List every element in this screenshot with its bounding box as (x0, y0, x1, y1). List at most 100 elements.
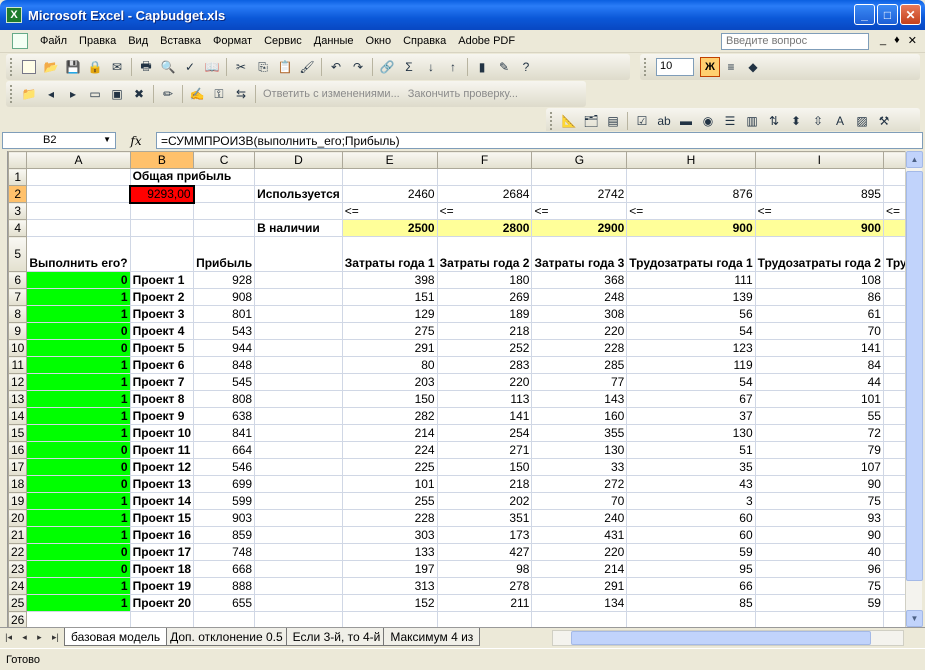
project-name-cell[interactable]: Проект 2 (129, 288, 195, 306)
ink-icon[interactable]: ✏ (158, 84, 178, 104)
cost-year2-cell[interactable]: 141 (436, 407, 533, 425)
do-it-cell[interactable]: 0 (26, 475, 131, 493)
profit-cell[interactable]: 545 (193, 373, 256, 391)
cost-year1-cell[interactable]: 152 (341, 594, 438, 612)
select-all-corner[interactable] (8, 151, 28, 169)
labor-year3-cell[interactable]: 71 (882, 475, 905, 493)
first-sheet-icon[interactable]: |◂ (5, 632, 12, 643)
profit-cell[interactable]: 903 (193, 509, 256, 527)
do-it-cell[interactable]: 1 (26, 390, 131, 408)
labor-year2-cell[interactable]: 101 (754, 390, 884, 408)
row-header[interactable]: 23 (8, 560, 28, 578)
cost-year3-cell[interactable]: 291 (531, 577, 628, 595)
labor-year2-cell[interactable]: 107 (754, 458, 884, 476)
col-header-j[interactable]: J (882, 151, 905, 169)
row-header[interactable]: 22 (8, 543, 28, 561)
toolbar-grip[interactable] (644, 58, 648, 76)
cost-year3-cell[interactable]: 285 (531, 356, 628, 374)
labor-year1-cell[interactable]: 3 (626, 492, 756, 510)
cost-year2-cell[interactable]: 218 (436, 322, 533, 340)
tab-if-third-then-fourth[interactable]: Если 3-й, то 4-й (285, 628, 388, 646)
cost-year1-cell[interactable]: 255 (341, 492, 438, 510)
empty-cell[interactable] (436, 611, 533, 627)
cost-year2-cell[interactable]: 173 (436, 526, 533, 544)
next-comment-icon[interactable]: ▸ (63, 84, 83, 104)
project-name-cell[interactable]: Проект 5 (129, 339, 195, 357)
cell-g4[interactable]: 2900 (531, 219, 628, 237)
cell-c2[interactable] (193, 185, 256, 203)
project-name-cell[interactable]: Проект 7 (129, 373, 195, 391)
cost-year1-cell[interactable]: 80 (341, 356, 438, 374)
labor-year2-cell[interactable]: 70 (754, 322, 884, 340)
row-header[interactable]: 9 (8, 322, 28, 340)
cost-year2-cell[interactable]: 252 (436, 339, 533, 357)
cell-g5[interactable]: Затраты года 3 (531, 236, 628, 272)
project-name-cell[interactable]: Проект 12 (129, 458, 195, 476)
cost-year3-cell[interactable]: 240 (531, 509, 628, 527)
tab-additional-deviation[interactable]: Доп. отклонение 0.5 (163, 628, 290, 646)
preview-icon[interactable]: 🔍 (158, 57, 178, 77)
empty-cell[interactable] (254, 288, 343, 306)
labor-year1-cell[interactable]: 35 (626, 458, 756, 476)
cell-j4[interactable]: 900 (882, 219, 905, 237)
cost-year3-cell[interactable]: 130 (531, 441, 628, 459)
project-name-cell[interactable]: Проект 3 (129, 305, 195, 323)
cost-year2-cell[interactable]: 202 (436, 492, 533, 510)
do-it-cell[interactable]: 0 (26, 560, 131, 578)
profit-cell[interactable]: 546 (193, 458, 256, 476)
profit-cell[interactable]: 664 (193, 441, 256, 459)
toolbar-grip[interactable] (10, 85, 14, 103)
protect-icon[interactable]: ⚿ (209, 84, 229, 104)
labor-year1-cell[interactable]: 85 (626, 594, 756, 612)
labor-year3-cell[interactable]: 83 (882, 288, 905, 306)
cell-i3[interactable]: <= (754, 202, 884, 220)
profit-cell[interactable]: 928 (193, 271, 256, 289)
last-sheet-icon[interactable]: ▸| (52, 632, 59, 643)
labor-year1-cell[interactable]: 54 (626, 373, 756, 391)
cost-year1-cell[interactable]: 303 (341, 526, 438, 544)
labor-year3-cell[interactable]: 70 (882, 594, 905, 612)
cell-a3[interactable] (26, 202, 131, 220)
menu-adobe-pdf[interactable]: Adobe PDF (452, 35, 521, 47)
project-name-cell[interactable]: Проект 16 (129, 526, 195, 544)
cost-year1-cell[interactable]: 224 (341, 441, 438, 459)
folder-icon[interactable]: 📁 (19, 84, 39, 104)
sort-desc-icon[interactable]: ↑ (443, 57, 463, 77)
image-icon[interactable]: ▨ (852, 111, 872, 131)
labor-year1-cell[interactable]: 111 (626, 271, 756, 289)
labor-year3-cell[interactable]: 80 (882, 509, 905, 527)
labor-year3-cell[interactable]: 58 (882, 441, 905, 459)
combobox-icon[interactable]: ▥ (742, 111, 762, 131)
labor-year2-cell[interactable]: 72 (754, 424, 884, 442)
prev-sheet-icon[interactable]: ◂ (22, 632, 27, 643)
empty-cell[interactable] (254, 492, 343, 510)
cell-d3[interactable] (254, 202, 343, 220)
col-header-h[interactable]: H (626, 151, 756, 169)
project-name-cell[interactable]: Проект 18 (129, 560, 195, 578)
cost-year1-cell[interactable]: 291 (341, 339, 438, 357)
empty-cell[interactable] (531, 611, 628, 627)
cost-year2-cell[interactable]: 427 (436, 543, 533, 561)
menu-help[interactable]: Справка (397, 35, 452, 47)
profit-cell[interactable]: 859 (193, 526, 256, 544)
labor-year1-cell[interactable]: 130 (626, 424, 756, 442)
cost-year1-cell[interactable]: 133 (341, 543, 438, 561)
help-search-input[interactable]: Введите вопрос (721, 33, 869, 50)
cell-c4[interactable] (193, 219, 256, 237)
labor-year1-cell[interactable]: 95 (626, 560, 756, 578)
project-name-cell[interactable]: Проект 1 (129, 271, 195, 289)
row-header[interactable]: 7 (8, 288, 28, 306)
do-it-cell[interactable]: 1 (26, 594, 131, 612)
labor-year1-cell[interactable]: 139 (626, 288, 756, 306)
cell-f3[interactable]: <= (436, 202, 533, 220)
listbox-icon[interactable]: ☰ (720, 111, 740, 131)
vertical-scrollbar[interactable]: ▲ ▼ (905, 151, 923, 627)
labor-year3-cell[interactable]: 63 (882, 458, 905, 476)
scroll-up-icon[interactable]: ▲ (906, 151, 923, 168)
prev-comment-icon[interactable]: ◂ (41, 84, 61, 104)
cell-c5[interactable]: Прибыль (193, 236, 256, 272)
open-icon[interactable]: 📂 (41, 57, 61, 77)
empty-cell[interactable] (254, 356, 343, 374)
row-header[interactable]: 2 (8, 185, 28, 203)
align-icon[interactable]: ≡ (721, 57, 741, 77)
